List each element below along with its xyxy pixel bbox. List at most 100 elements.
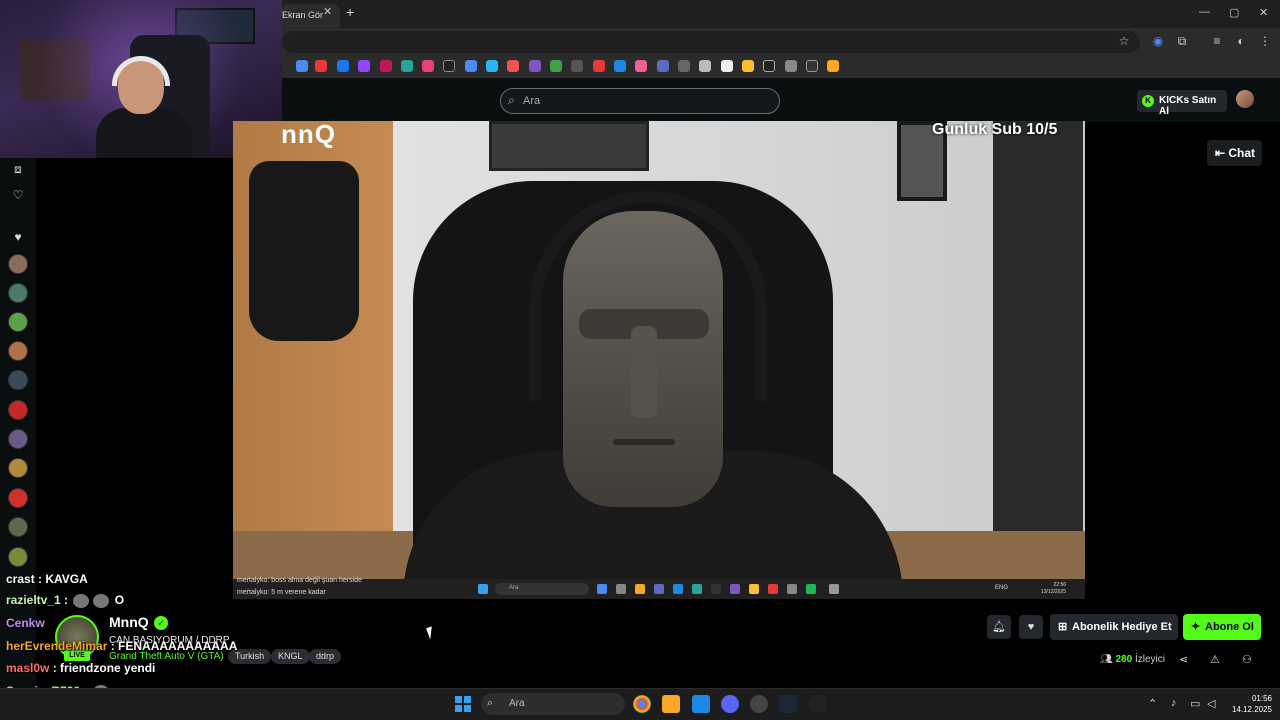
new-tab-button[interactable]: + bbox=[346, 4, 354, 20]
bookmark-icon[interactable] bbox=[806, 60, 818, 72]
bookmark-icon[interactable] bbox=[315, 60, 327, 72]
channel-avatar[interactable] bbox=[8, 488, 28, 508]
inner-search: Ara bbox=[495, 583, 589, 595]
gift-subscription-button[interactable]: ⊞ Abonelik Hediye Et bbox=[1050, 614, 1178, 640]
inner-app-icon bbox=[768, 584, 778, 594]
bookmark-icon[interactable] bbox=[635, 60, 647, 72]
bookmark-icon[interactable] bbox=[699, 60, 711, 72]
inner-chat-line: mertalyko: 5 m verene kadar bbox=[237, 589, 326, 596]
moai-nose bbox=[631, 326, 657, 418]
bookmark-icon[interactable] bbox=[763, 60, 775, 72]
bookmark-icon[interactable] bbox=[678, 60, 690, 72]
microphone-icon[interactable]: ♪ bbox=[1171, 697, 1177, 709]
heart-filled-icon[interactable]: ♥ bbox=[9, 228, 27, 246]
taskbar-clock[interactable]: 01:56 14.12.2025 bbox=[1212, 693, 1272, 715]
chat-text: : bbox=[64, 593, 69, 607]
bookmark-icon[interactable] bbox=[614, 60, 626, 72]
app-icon[interactable] bbox=[808, 695, 826, 713]
tray-chevron-icon[interactable]: ⌃ bbox=[1148, 697, 1157, 710]
user-avatar[interactable] bbox=[1236, 90, 1254, 108]
profile-icon[interactable]: ◐ bbox=[1233, 33, 1249, 49]
bookmark-icon[interactable] bbox=[296, 60, 308, 72]
inner-app-icon bbox=[635, 584, 645, 594]
store-icon[interactable] bbox=[692, 695, 710, 713]
media-icon[interactable]: ≡ bbox=[1209, 33, 1225, 49]
bookmark-icon[interactable] bbox=[422, 60, 434, 72]
follow-heart-button[interactable]: ♥ bbox=[1019, 615, 1043, 639]
following-icon[interactable]: ⧈ bbox=[9, 160, 27, 178]
app-icon[interactable] bbox=[750, 695, 768, 713]
bookmark-icon[interactable] bbox=[571, 60, 583, 72]
file-explorer-icon[interactable] bbox=[662, 695, 680, 713]
folder-icon[interactable] bbox=[827, 60, 839, 72]
channel-avatar[interactable] bbox=[8, 254, 28, 274]
maximize-icon[interactable]: ▢ bbox=[1229, 6, 1239, 19]
share-icon[interactable]: ⋖ bbox=[1179, 653, 1188, 666]
channel-avatar[interactable] bbox=[8, 283, 28, 303]
bookmark-icon[interactable] bbox=[507, 60, 519, 72]
channel-avatar[interactable] bbox=[8, 517, 28, 537]
start-button[interactable] bbox=[455, 696, 471, 712]
bookmark-icon[interactable] bbox=[358, 60, 370, 72]
bookmark-icon[interactable] bbox=[550, 60, 562, 72]
channel-avatar[interactable] bbox=[8, 312, 28, 332]
bookmark-icon[interactable] bbox=[486, 60, 498, 72]
user-add-icon[interactable]: ⚇ bbox=[1242, 653, 1252, 666]
tab-close-icon[interactable]: ✕ bbox=[323, 5, 332, 18]
coat bbox=[249, 161, 359, 341]
channel-avatar[interactable] bbox=[8, 400, 28, 420]
chat-text: : KAVGA bbox=[38, 572, 88, 586]
omnibox[interactable] bbox=[282, 31, 1140, 53]
gift-label: Abonelik Hediye Et bbox=[1072, 621, 1172, 633]
heart-icon[interactable]: ♡ bbox=[9, 186, 27, 204]
vpn-icon[interactable]: ◉ bbox=[1150, 33, 1166, 49]
bookmark-icon[interactable] bbox=[465, 60, 477, 72]
bookmark-star-icon[interactable]: ☆ bbox=[1116, 33, 1132, 49]
bookmark-icon[interactable] bbox=[742, 60, 754, 72]
clock-time: 01:56 bbox=[1251, 694, 1272, 703]
chat-text: : friendzone yendi bbox=[52, 661, 156, 675]
viewer-count: 👥︎ 280 İzleyici bbox=[1100, 654, 1165, 665]
discord-icon[interactable] bbox=[721, 695, 739, 713]
tag-pill[interactable]: ddrp bbox=[309, 649, 342, 664]
search-input[interactable] bbox=[500, 88, 780, 114]
clock-date: 14.12.2025 bbox=[1231, 705, 1272, 714]
bookmark-icon[interactable] bbox=[657, 60, 669, 72]
bookmark-icon[interactable] bbox=[380, 60, 392, 72]
bookmark-icon[interactable] bbox=[443, 60, 455, 72]
bookmark-icon[interactable] bbox=[721, 60, 733, 72]
video-player[interactable]: nnQ Gunluk Sub 10/5 mertalyko: boss alma… bbox=[233, 121, 1085, 599]
streamer-name[interactable]: MnnQ bbox=[109, 614, 149, 630]
channel-avatar[interactable] bbox=[8, 341, 28, 361]
bookmark-icon[interactable] bbox=[785, 60, 797, 72]
bookmark-icon[interactable] bbox=[337, 60, 349, 72]
close-window-icon[interactable]: ✕ bbox=[1259, 6, 1268, 19]
menu-icon[interactable]: ⋮ bbox=[1257, 33, 1273, 49]
channel-avatar[interactable] bbox=[8, 547, 28, 567]
steam-icon[interactable] bbox=[779, 695, 797, 713]
display-icon[interactable]: ▭ bbox=[1190, 697, 1200, 710]
emote-icon bbox=[93, 593, 110, 608]
report-icon[interactable]: ⚠ bbox=[1210, 653, 1220, 666]
moai-mouth bbox=[613, 439, 675, 445]
subscribe-button[interactable]: ✦ Abone Ol bbox=[1183, 614, 1261, 640]
minimize-icon[interactable]: — bbox=[1199, 6, 1210, 18]
chat-username: crast bbox=[6, 572, 35, 586]
chrome-icon[interactable] bbox=[633, 695, 651, 713]
chat-icon: ⇤ bbox=[1215, 146, 1229, 160]
extensions-icon[interactable]: ⧉ bbox=[1174, 33, 1190, 49]
notification-bell-button[interactable]: 🔔︎ bbox=[987, 615, 1011, 639]
channel-avatar[interactable] bbox=[8, 429, 28, 449]
chat-message: Cenkw bbox=[6, 616, 45, 630]
chat-toggle-button[interactable]: ⇤ Chat bbox=[1207, 140, 1262, 166]
bookmark-icon[interactable] bbox=[593, 60, 605, 72]
channel-avatar[interactable] bbox=[8, 458, 28, 478]
inner-clock-date: 13/12/2025 bbox=[1041, 589, 1067, 595]
tag-pill[interactable]: KNGL bbox=[271, 649, 310, 664]
bookmark-icon[interactable] bbox=[401, 60, 413, 72]
chat-message: masl0w : friendzone yendi bbox=[6, 661, 155, 675]
tall-mirror bbox=[993, 121, 1083, 541]
taskbar-search[interactable]: Ara bbox=[481, 693, 625, 715]
channel-avatar[interactable] bbox=[8, 370, 28, 390]
bookmark-icon[interactable] bbox=[529, 60, 541, 72]
